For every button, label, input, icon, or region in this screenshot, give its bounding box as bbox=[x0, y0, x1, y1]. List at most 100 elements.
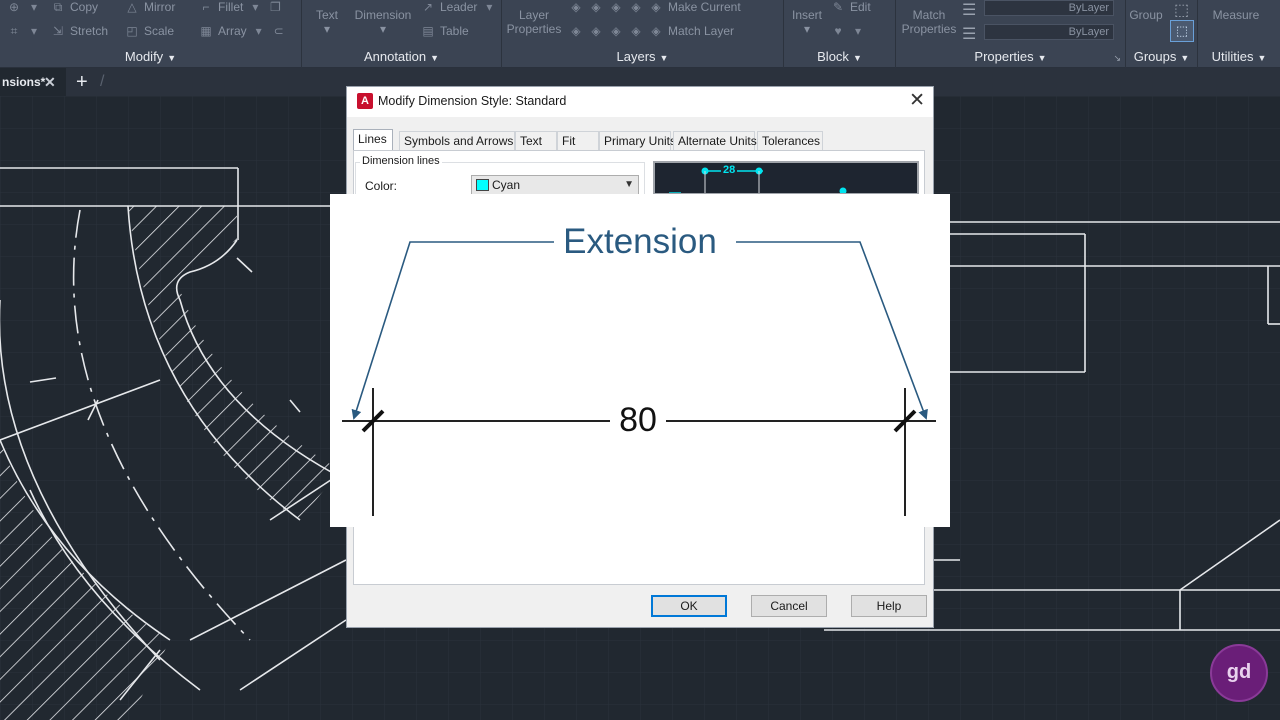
preview-graphic bbox=[669, 167, 847, 193]
ribbon: ⊕ ▾ ⧉ Copy △ Mirror ⌐ Fillet ▾ ❐ ⌗ ▾ ⇲ Stretch ◰… bbox=[0, 0, 1280, 68]
array-tool[interactable]: ▦ Array ▾ ⊂ bbox=[198, 24, 287, 38]
channel-logo: gd bbox=[1210, 644, 1268, 702]
properties-panel-title[interactable]: Properties ▼ bbox=[896, 49, 1125, 64]
ok-button[interactable]: OK bbox=[651, 595, 727, 617]
tab-lines[interactable]: Lines bbox=[353, 129, 393, 151]
utilities-panel: Measure Utilities ▼ bbox=[1198, 0, 1280, 68]
tab-alternate-units[interactable]: Alternate Units bbox=[673, 131, 757, 151]
layer-off-icon: ◈ bbox=[571, 0, 581, 14]
trim-tool[interactable]: ⌗ ▾ bbox=[6, 24, 42, 38]
chevron-down-icon: ▾ bbox=[486, 0, 493, 14]
close-icon[interactable]: ✕ bbox=[44, 68, 56, 96]
text-tool[interactable]: Text ▾ bbox=[312, 8, 342, 36]
match-layer-label[interactable]: Match Layer bbox=[668, 24, 734, 38]
layer-unisolate-icon: ◈ bbox=[591, 24, 601, 38]
measure-tool[interactable]: Measure bbox=[1204, 8, 1268, 22]
new-tab-plus-icon[interactable]: + bbox=[76, 68, 88, 96]
fillet-tool[interactable]: ⌐ Fillet ▾ ❐ bbox=[198, 0, 283, 14]
close-icon[interactable]: ✕ bbox=[909, 90, 925, 112]
layer-on-icon: ◈ bbox=[571, 24, 581, 38]
color-label: Color: bbox=[365, 179, 398, 193]
chevron-down-icon: ▾ bbox=[803, 22, 811, 36]
properties-launcher-icon[interactable]: ↘ bbox=[1113, 53, 1121, 64]
utilities-panel-title[interactable]: Utilities ▼ bbox=[1198, 49, 1280, 64]
attribute-icon: ♥ bbox=[834, 24, 842, 38]
extension-heading: Extension bbox=[330, 222, 950, 262]
array-label: Array bbox=[218, 24, 247, 38]
copy-tool[interactable]: ⧉ Copy bbox=[50, 0, 98, 14]
insert-label: Insert bbox=[791, 8, 822, 22]
mirror-icon: △ bbox=[127, 0, 137, 14]
modify-panel-title[interactable]: Modify ▼ bbox=[0, 49, 301, 64]
table-tool[interactable]: ▤ Table bbox=[420, 24, 468, 38]
tab-fit[interactable]: Fit bbox=[557, 131, 599, 151]
scale-tool[interactable]: ◰ Scale bbox=[124, 24, 174, 38]
stretch-tool[interactable]: ⇲ Stretch bbox=[50, 24, 108, 38]
scale-label: Scale bbox=[144, 24, 175, 38]
document-tab[interactable]: nsions* ✕ bbox=[0, 68, 66, 96]
layer-isolate-icon: ◈ bbox=[591, 0, 601, 14]
ungroup-icon[interactable]: ⬚ bbox=[1174, 0, 1189, 20]
chevron-down-icon: ▾ bbox=[252, 0, 259, 14]
dialog-titlebar[interactable]: A Modify Dimension Style: Standard ✕ bbox=[347, 87, 933, 117]
mirror-label: Mirror bbox=[144, 0, 176, 14]
chevron-down-icon: ▾ bbox=[323, 22, 331, 36]
tab-separator: / bbox=[100, 73, 105, 90]
block-attribute-tool[interactable]: ♥ ▾ bbox=[830, 24, 866, 38]
left-leader-arrow bbox=[351, 241, 554, 420]
help-button[interactable]: Help bbox=[851, 595, 927, 617]
layer-tools-row1[interactable]: ◈ ◈ ◈ ◈ ◈ Make Current bbox=[568, 0, 741, 14]
layer-tools-row2[interactable]: ◈ ◈ ◈ ◈ ◈ Match Layer bbox=[568, 24, 734, 38]
match-properties-tool[interactable]: Match Properties bbox=[898, 8, 960, 36]
layer-current-icon: ◈ bbox=[651, 0, 661, 14]
chevron-down-icon: ▼ bbox=[624, 179, 634, 190]
layers-panel: Layer Properties ◈ ◈ ◈ ◈ ◈ Make Current ◈ ◈ ◈ ◈ ◈… bbox=[502, 0, 784, 68]
chevron-down-icon: ▾ bbox=[854, 24, 862, 38]
layer-properties-tool[interactable]: Layer Properties bbox=[502, 8, 566, 36]
stretch-label: Stretch bbox=[70, 24, 109, 38]
move-tool[interactable]: ⊕ ▾ bbox=[6, 0, 42, 14]
dimension-value: 80 bbox=[610, 400, 666, 440]
dimension-label: Dimension bbox=[354, 8, 412, 22]
trim-icon: ⌗ bbox=[10, 24, 18, 38]
dialog-title: Modify Dimension Style: Standard bbox=[378, 94, 567, 108]
lineweight-icon: ☰ bbox=[962, 2, 977, 19]
mirror-tool[interactable]: △ Mirror bbox=[124, 0, 175, 14]
text-label: Text bbox=[315, 8, 338, 22]
chevron-down-icon: ▾ bbox=[255, 24, 262, 38]
measure-label: Measure bbox=[1212, 8, 1260, 22]
color-select[interactable]: Cyan ▼ bbox=[471, 175, 639, 195]
tab-text[interactable]: Text bbox=[515, 131, 557, 151]
groups-panel-title[interactable]: Groups ▼ bbox=[1126, 49, 1197, 64]
edit-tool[interactable]: ✎ Edit bbox=[830, 0, 871, 14]
linetype-icon: ☰ bbox=[962, 26, 977, 43]
layer-properties-label: Layer Properties bbox=[506, 8, 562, 36]
layer-lock-icon: ◈ bbox=[631, 0, 641, 14]
group-select-icon[interactable]: ⬚ bbox=[1170, 20, 1194, 42]
linetype-select[interactable]: ByLayer bbox=[984, 24, 1114, 40]
dimension-lines-legend: Dimension lines bbox=[360, 155, 442, 167]
cancel-button[interactable]: Cancel bbox=[751, 595, 827, 617]
lineweight-select[interactable]: ByLayer bbox=[984, 0, 1114, 16]
dimension-tool[interactable]: Dimension ▾ bbox=[350, 8, 416, 36]
make-current-label[interactable]: Make Current bbox=[668, 0, 741, 14]
tab-primary-units[interactable]: Primary Units bbox=[599, 131, 676, 151]
group-tool[interactable]: Group bbox=[1128, 8, 1164, 22]
insert-tool[interactable]: Insert ▾ bbox=[786, 8, 828, 36]
chevron-down-icon: ▾ bbox=[30, 24, 38, 38]
copy-icon: ⧉ bbox=[53, 0, 63, 14]
color-select-value: Cyan bbox=[492, 178, 521, 192]
offset-icon: ⊂ bbox=[273, 24, 284, 38]
block-panel-title[interactable]: Block ▼ bbox=[784, 49, 895, 64]
match-layer-icon: ◈ bbox=[651, 24, 661, 38]
layers-panel-title[interactable]: Layers ▼ bbox=[502, 49, 783, 64]
annotation-panel-title[interactable]: Annotation ▼ bbox=[302, 49, 501, 64]
group-label: Group bbox=[1129, 8, 1163, 22]
tab-tolerances[interactable]: Tolerances bbox=[757, 131, 823, 151]
tab-symbols-and-arrows[interactable]: Symbols and Arrows bbox=[399, 131, 515, 151]
extension-illustration: Extension 80 bbox=[330, 194, 950, 527]
autocad-app-icon: A bbox=[357, 93, 373, 109]
block-edit-icon: ✎ bbox=[832, 0, 844, 14]
leader-tool[interactable]: ↗ Leader ▾ bbox=[420, 0, 497, 14]
table-icon: ▤ bbox=[422, 24, 434, 38]
